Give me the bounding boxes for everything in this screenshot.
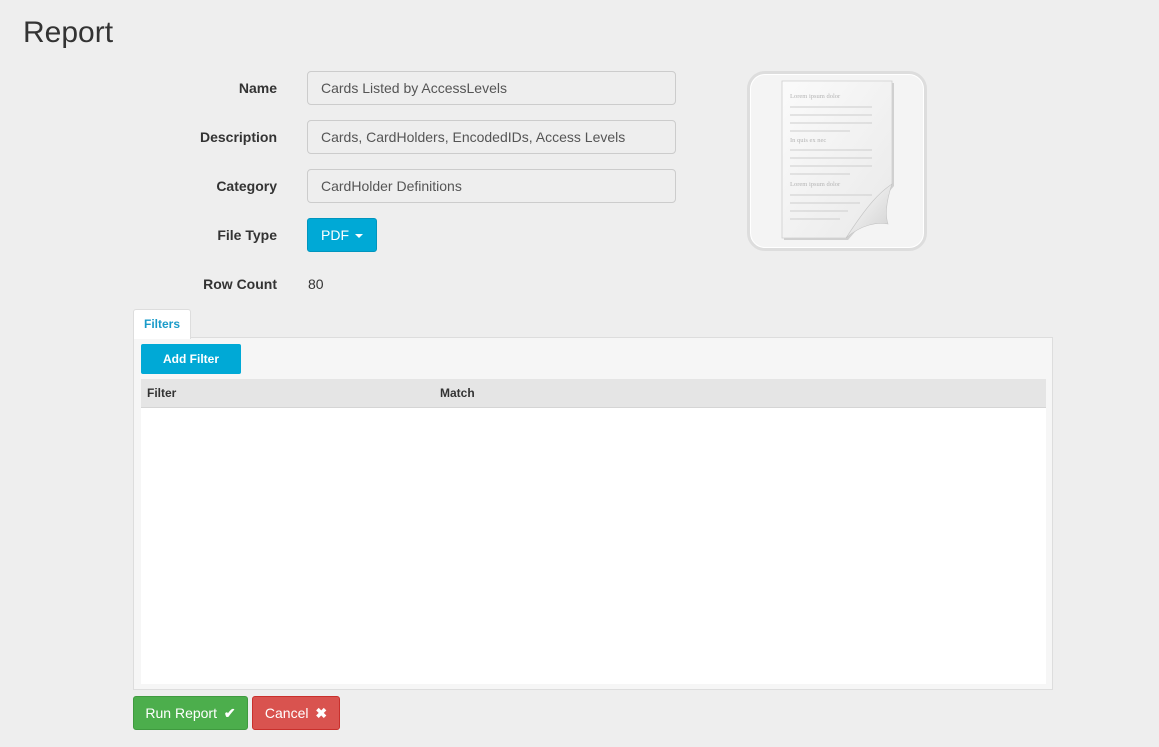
report-preview: Lorem ipsum dolor In quis ex nec Lorem i… (747, 71, 927, 251)
category-field[interactable]: CardHolder Definitions (307, 169, 676, 203)
description-field[interactable]: Cards, CardHolders, EncodedIDs, Access L… (307, 120, 676, 154)
column-header-match[interactable]: Match (440, 379, 475, 407)
run-report-label: Run Report (145, 705, 217, 721)
filters-panel: Add Filter Filter Match (133, 337, 1053, 690)
filters-table-body (141, 408, 1046, 684)
page-title: Report (23, 16, 114, 49)
checkmark-icon: ✔ (223, 705, 236, 721)
file-type-value: PDF (321, 227, 349, 243)
column-header-filter[interactable]: Filter (147, 379, 176, 407)
preview-heading-2: In quis ex nec (790, 137, 826, 144)
add-filter-button[interactable]: Add Filter (141, 344, 241, 374)
close-icon: ✖ (315, 705, 328, 721)
category-label: Category (216, 178, 277, 194)
description-label: Description (199, 129, 277, 145)
run-report-button[interactable]: Run Report ✔ (133, 696, 248, 730)
document-icon: Lorem ipsum dolor In quis ex nec Lorem i… (751, 75, 923, 247)
cancel-button[interactable]: Cancel ✖ (252, 696, 340, 730)
name-field[interactable]: Cards Listed by AccessLevels (307, 71, 676, 105)
caret-down-icon (355, 234, 363, 239)
preview-heading-1: Lorem ipsum dolor (790, 93, 841, 100)
tab-filters[interactable]: Filters (133, 309, 191, 339)
filters-table-header: Filter Match (141, 379, 1046, 408)
preview-heading-3: Lorem ipsum dolor (790, 181, 841, 188)
row-count-value: 80 (308, 276, 324, 292)
file-type-label: File Type (217, 227, 277, 243)
row-count-label: Row Count (203, 276, 277, 292)
file-type-dropdown[interactable]: PDF (307, 218, 377, 252)
cancel-label: Cancel (264, 705, 309, 721)
name-label: Name (238, 80, 277, 96)
